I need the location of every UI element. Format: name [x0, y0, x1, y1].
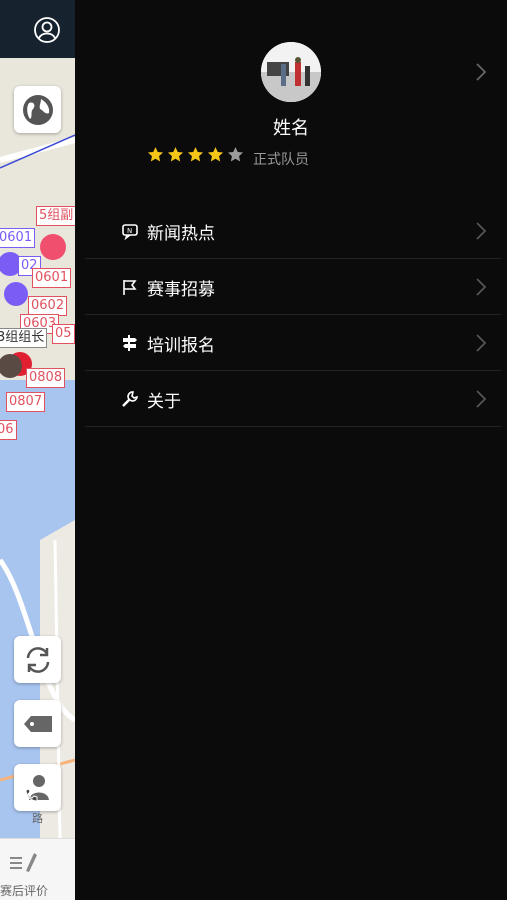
map-view[interactable]: 5组副 0601 02 0601 0602 0603 05 3组组长 0808 …: [0, 0, 75, 900]
member-rank: 正式队员: [253, 152, 309, 168]
avatar-photo: [261, 42, 321, 102]
map-label[interactable]: 0808: [26, 368, 66, 388]
road-label: 路: [32, 812, 43, 825]
side-drawer: 姓名 正式队员 N 新闻热点 赛事招募 培训报名 关于: [75, 0, 507, 900]
menu-divider: [85, 426, 501, 427]
refresh-button[interactable]: [14, 636, 61, 683]
map-label[interactable]: 0602: [28, 296, 68, 316]
menu-item-news[interactable]: N 新闻热点: [75, 203, 507, 259]
star-filled-icon: [187, 147, 204, 162]
map-label[interactable]: 05: [52, 324, 75, 344]
news-icon: N: [122, 224, 138, 240]
map-marker[interactable]: [40, 234, 66, 260]
menu-item-about[interactable]: 关于: [75, 371, 507, 427]
chevron-right-icon: [476, 222, 487, 240]
signpost-icon: [123, 335, 137, 351]
tag-icon: [23, 715, 52, 732]
profile-chevron-icon[interactable]: [475, 62, 487, 82]
post-match-review-tab[interactable]: 赛后评价: [0, 838, 75, 900]
account-icon[interactable]: [34, 17, 60, 43]
globe-button[interactable]: [14, 86, 61, 133]
refresh-icon: [26, 646, 49, 673]
review-edit-icon: [10, 853, 37, 872]
map-label[interactable]: 06: [0, 420, 17, 440]
rating-stars: [147, 146, 244, 163]
star-filled-icon: [167, 147, 184, 162]
menu-label-news: 新闻热点: [147, 224, 215, 244]
menu-label-event-recruitment: 赛事招募: [147, 280, 215, 300]
menu-label-about: 关于: [147, 392, 181, 412]
wrench-icon: [122, 391, 138, 407]
svg-text:N: N: [127, 227, 132, 235]
tag-button[interactable]: [14, 700, 61, 747]
chevron-right-icon: [476, 334, 487, 352]
avatar[interactable]: [261, 42, 321, 102]
menu-item-event-recruitment[interactable]: 赛事招募: [75, 259, 507, 315]
menu-label-training-signup: 培训报名: [147, 336, 215, 356]
post-match-review-label: 赛后评价: [0, 884, 49, 898]
chevron-right-icon: [476, 390, 487, 408]
star-filled-icon: [147, 147, 164, 162]
map-label[interactable]: 0807: [6, 392, 46, 412]
star-filled-icon: [207, 147, 224, 162]
map-label[interactable]: 5组副: [36, 206, 75, 226]
chevron-right-icon: [476, 278, 487, 296]
globe-icon: [22, 94, 53, 125]
map-marker[interactable]: [4, 282, 28, 306]
star-empty-icon: [227, 147, 244, 162]
contact-phone-icon: [24, 774, 49, 802]
contact-call-button[interactable]: [14, 764, 61, 811]
flag-icon: [123, 280, 137, 295]
map-topbar: [0, 0, 75, 58]
map-label[interactable]: 3组组长: [0, 328, 48, 348]
profile-name: 姓名: [273, 118, 309, 139]
map-label[interactable]: 0601: [32, 268, 72, 288]
menu-item-training-signup[interactable]: 培训报名: [75, 315, 507, 371]
map-label[interactable]: 0601: [0, 228, 36, 248]
